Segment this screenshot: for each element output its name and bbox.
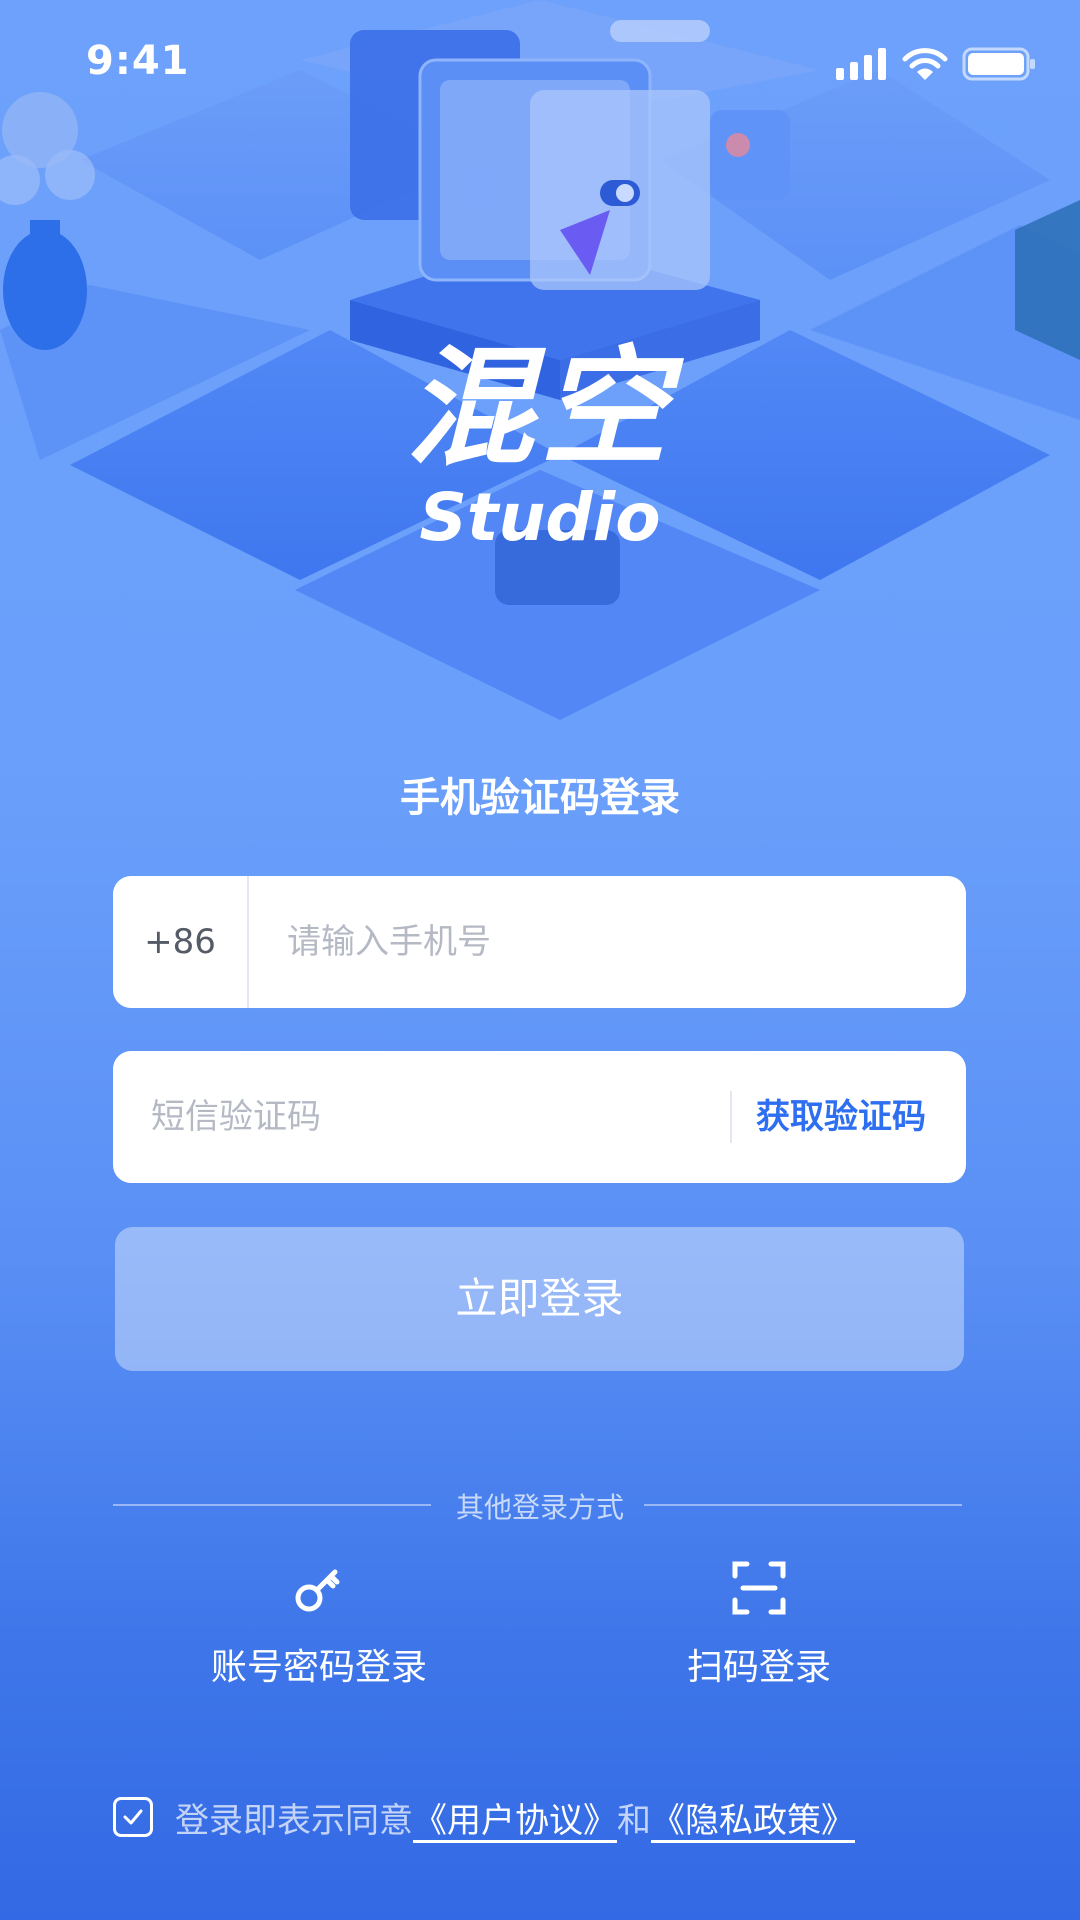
agreement-row: 登录即表示同意 《用户协议》 和 《隐私政策》: [113, 1793, 855, 1842]
login-button[interactable]: 立即登录: [115, 1227, 964, 1371]
signal-icon: [836, 48, 886, 80]
key-icon: [295, 1569, 340, 1612]
wifi-icon: [902, 48, 948, 80]
sms-code-field: 短信验证码 获取验证码: [113, 1051, 966, 1183]
agreement-checkbox[interactable]: [113, 1797, 153, 1837]
sms-code-input[interactable]: 短信验证码: [151, 1051, 321, 1183]
country-code-selector[interactable]: +86: [113, 876, 247, 1008]
logo-english: Studio: [419, 479, 661, 556]
scan-login-option[interactable]: 扫码登录: [609, 1560, 909, 1690]
logo-chinese: 混空: [405, 334, 674, 483]
page-title: 手机验证码登录: [400, 775, 680, 821]
phone-divider: [247, 876, 249, 1008]
phone-input[interactable]: 请输入手机号: [287, 876, 491, 1008]
phone-field: +86 请输入手机号: [113, 876, 966, 1008]
user-agreement-link[interactable]: 《用户协议》: [413, 1793, 617, 1842]
check-icon: [123, 1809, 143, 1825]
battery-icon: [962, 47, 1035, 81]
agreement-prefix: 登录即表示同意: [175, 1800, 413, 1841]
scan-icon: [732, 1561, 786, 1615]
other-methods-label: 其他登录方式: [455, 1491, 624, 1524]
get-code-button[interactable]: 获取验证码: [756, 1051, 926, 1183]
agreement-and: 和: [617, 1800, 651, 1841]
divider-right: [644, 1504, 962, 1506]
password-login-label: 账号密码登录: [210, 1647, 427, 1688]
scan-login-label: 扫码登录: [686, 1647, 831, 1688]
code-divider: [730, 1091, 732, 1143]
status-time: 9:41: [86, 38, 190, 84]
status-icons: [836, 46, 1036, 82]
password-login-option[interactable]: 账号密码登录: [169, 1560, 469, 1690]
privacy-policy-link[interactable]: 《隐私政策》: [651, 1793, 855, 1842]
